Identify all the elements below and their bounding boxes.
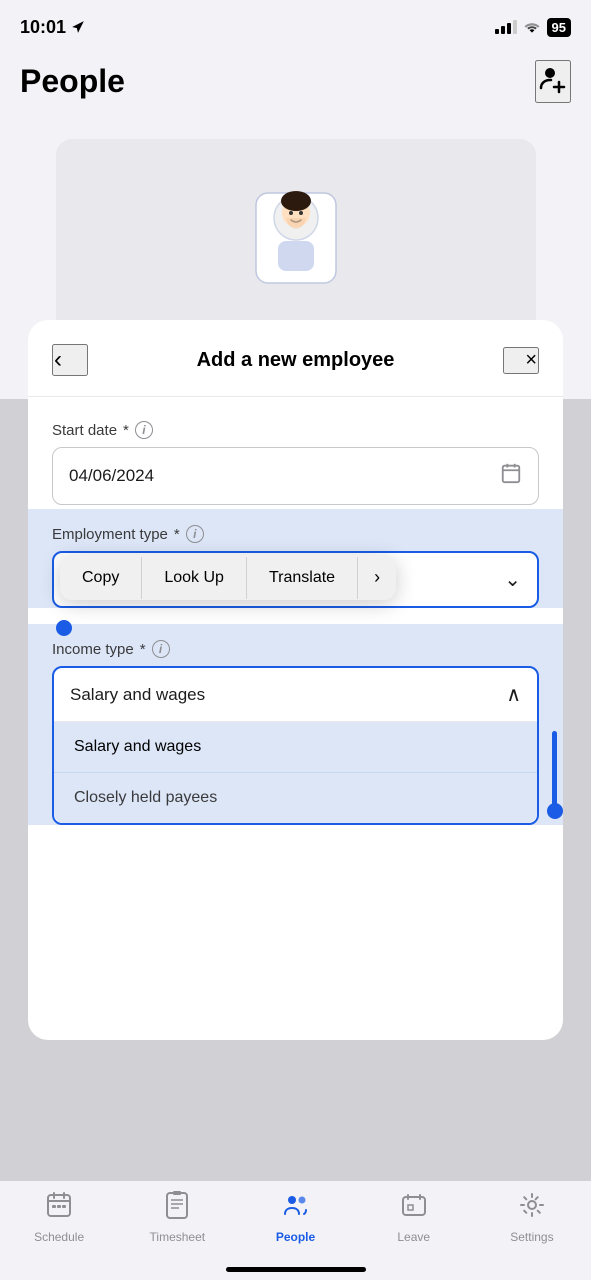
income-required: * [140, 641, 146, 658]
employment-type-label: Employment type * i [52, 525, 539, 543]
income-option-closely-held[interactable]: Closely held payees [54, 773, 537, 823]
start-date-label: Start date * i [52, 421, 539, 439]
timesheet-icon [163, 1191, 191, 1226]
tab-people[interactable]: People [236, 1191, 354, 1244]
calendar-icon [500, 462, 522, 490]
income-option-salary[interactable]: Salary and wages [54, 722, 537, 773]
scroll-thumb-handle [547, 803, 563, 819]
context-menu-lookup[interactable]: Look Up [142, 557, 247, 599]
leave-icon [400, 1191, 428, 1226]
people-label: People [276, 1230, 315, 1244]
scroll-thumb [552, 731, 557, 811]
context-menu-copy[interactable]: Copy [60, 557, 142, 599]
scroll-track [552, 624, 557, 825]
tab-leave[interactable]: Leave [355, 1191, 473, 1244]
signal-icon [495, 20, 517, 34]
tab-settings[interactable]: Settings [473, 1191, 591, 1244]
close-button[interactable]: × [503, 347, 539, 374]
employment-type-chevron-icon: ⌄ [504, 567, 521, 592]
income-type-section: Income type * i Salary and wages ∧ Salar… [28, 624, 563, 825]
app-title: People [20, 63, 125, 100]
employment-type-info-icon[interactable]: i [186, 525, 204, 543]
settings-label: Settings [510, 1230, 553, 1244]
back-button[interactable]: ‹ [52, 344, 88, 376]
people-icon [282, 1191, 310, 1226]
start-date-info-icon[interactable]: i [135, 421, 153, 439]
context-menu: Copy Look Up Translate › [60, 555, 396, 600]
tab-timesheet[interactable]: Timesheet [118, 1191, 236, 1244]
timesheet-label: Timesheet [150, 1230, 206, 1244]
tab-schedule[interactable]: Schedule [0, 1191, 118, 1244]
add-employee-modal: ‹ Add a new employee × Start date * i 04… [28, 320, 563, 1040]
employment-required: * [174, 526, 180, 543]
schedule-label: Schedule [34, 1230, 84, 1244]
tab-bar: Schedule Timesheet People [0, 1180, 591, 1280]
home-indicator [226, 1267, 366, 1272]
add-person-button[interactable] [535, 60, 571, 103]
cursor-dot [56, 620, 72, 636]
battery-indicator: 95 [547, 18, 571, 37]
employee-card-preview [56, 139, 536, 339]
status-bar: 10:01 95 [0, 0, 591, 50]
location-arrow-icon [71, 20, 85, 34]
modal-header: ‹ Add a new employee × [28, 320, 563, 397]
modal-title: Add a new employee [88, 349, 503, 372]
context-menu-translate[interactable]: Translate [247, 557, 358, 599]
settings-icon [518, 1191, 546, 1226]
required-asterisk: * [123, 422, 129, 439]
app-header: People [0, 50, 591, 119]
income-type-info-icon[interactable]: i [152, 640, 170, 658]
leave-label: Leave [397, 1230, 430, 1244]
income-type-current-value: Salary and wages [70, 685, 205, 705]
start-date-value: 04/06/2024 [69, 466, 154, 486]
income-type-dropdown-header[interactable]: Salary and wages ∧ [54, 668, 537, 722]
add-person-icon [537, 62, 569, 94]
income-type-dropdown[interactable]: Salary and wages ∧ Salary and wages Clos… [52, 666, 539, 825]
start-date-input[interactable]: 04/06/2024 [52, 447, 539, 505]
person-illustration [226, 153, 366, 326]
income-type-chevron-up-icon: ∧ [506, 682, 521, 707]
schedule-icon [45, 1191, 73, 1226]
context-menu-more[interactable]: › [358, 555, 396, 600]
income-type-label: Income type * i [52, 640, 539, 658]
status-icons: 95 [495, 18, 571, 37]
employee-illustration [226, 153, 366, 313]
modal-body: Start date * i 04/06/2024 Employment typ… [28, 397, 563, 825]
status-time: 10:01 [20, 17, 85, 38]
income-type-options: Salary and wages Closely held payees [54, 722, 537, 823]
wifi-icon [523, 20, 541, 34]
